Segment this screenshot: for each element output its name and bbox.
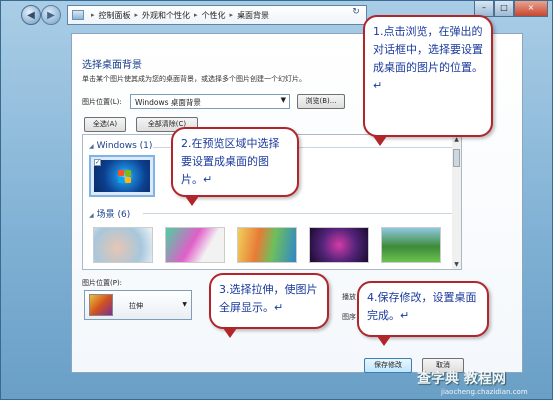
breadcrumb-desktop-background[interactable]: 桌面背景 [237,10,269,21]
callout-step-4-text: 4.保存修改，设置桌面完成。↵ [367,291,477,322]
control-panel-icon [72,10,84,20]
refresh-icon[interactable]: ↻ [349,7,363,21]
callout-step-3: 3.选择拉伸，使图片全屏显示。↵ [209,273,329,329]
callout-step-1-text: 1.点击浏览，在弹出的对话框中，选择要设置成桌面的图片的位置。↵ [373,25,483,92]
collapse-triangle-icon: ◢ [89,212,94,219]
divider [143,213,453,214]
watermark-url: jiaocheng.chazidian.com [441,388,528,396]
collapse-triangle-icon: ◢ [89,143,94,150]
wallpaper-thumbnail-scene-2[interactable] [165,227,225,263]
callout-tail [377,336,391,346]
chevron-right-icon: ▸ [229,11,234,19]
wallpaper-thumbnail-scene-4[interactable] [309,227,369,263]
position-preview-icon [89,294,113,316]
windows-wallpaper-image [94,160,150,192]
callout-step-4: 4.保存修改，设置桌面完成。↵ [357,281,489,337]
breadcrumb-personalization[interactable]: 个性化 [202,10,226,21]
chevron-right-icon: ▸ [91,11,95,19]
callout-step-3-text: 3.选择拉伸，使图片全屏显示。↵ [219,283,318,314]
wallpaper-thumbnail-windows[interactable]: ✓ [89,155,155,197]
preview-scrollbar[interactable]: ▲ ▼ [452,134,462,270]
address-bar[interactable]: ▸ 控制面板 ▸ 外观和个性化 ▸ 个性化 ▸ 桌面背景 [67,5,367,25]
page-description: 单击某个图片使其成为您的桌面背景，或选择多个图片创建一个幻灯片。 [82,75,306,83]
chevron-right-icon: ▸ [194,11,198,19]
select-all-button[interactable]: 全选(A) [84,117,126,132]
scroll-thumb[interactable] [453,149,460,167]
slideshow-option-fragment: 播放 [342,293,356,301]
chevron-down-icon: ▼ [280,96,286,104]
picture-location-value: Windows 桌面背景 [135,98,201,107]
shuffle-option-fragment: 图序 [342,313,356,321]
wallpaper-thumbnail-scene-5[interactable] [381,227,441,263]
window-controls: – □ × [474,1,548,17]
callout-tail [185,196,199,206]
browse-button[interactable]: 浏览(B)... [297,94,345,109]
back-button[interactable]: ◀ [21,5,41,25]
explorer-window: ◀ ▶ ▸ 控制面板 ▸ 外观和个性化 ▸ 个性化 ▸ 桌面背景 ↻ – □ ×… [0,0,553,400]
callout-step-2: 2.在预览区域中选择要设置成桌面的图片。↵ [171,127,299,197]
checkbox-icon[interactable]: ✓ [94,159,101,166]
forward-button[interactable]: ▶ [41,5,61,25]
breadcrumb-appearance[interactable]: 外观和个性化 [142,10,190,21]
callout-tail [373,136,387,146]
group-label: 场景 (6) [96,210,131,220]
callout-step-2-text: 2.在预览区域中选择要设置成桌面的图片。↵ [181,137,280,186]
maximize-button[interactable]: □ [494,1,514,17]
windows-logo-icon [118,170,132,184]
watermark-site: 查字典 教程网 [417,371,506,387]
save-changes-button[interactable]: 保存修改 [364,358,412,373]
group-header-windows[interactable]: ◢ Windows (1) [89,141,152,151]
picture-position-label: 图片位置(P): [82,279,123,287]
picture-position-value: 拉伸 [129,302,143,310]
chevron-right-icon: ▸ [134,11,139,19]
group-label: Windows (1) [96,141,153,151]
scroll-up-icon[interactable]: ▲ [453,136,460,143]
picture-location-label: 图片位置(L): [82,98,122,106]
wallpaper-thumbnail-scene-1[interactable] [93,227,153,263]
page-title: 选择桌面背景 [82,60,142,71]
breadcrumb-control-panel[interactable]: 控制面板 [99,10,131,21]
callout-tail [223,328,237,338]
scroll-down-icon[interactable]: ▼ [453,261,460,268]
chevron-down-icon: ▼ [182,301,187,308]
wallpaper-thumbnail-scene-3[interactable] [237,227,297,263]
close-button[interactable]: × [514,1,548,17]
callout-step-1: 1.点击浏览，在弹出的对话框中，选择要设置成桌面的图片的位置。↵ [363,15,493,137]
group-header-scenes[interactable]: ◢ 场景 (6) [89,207,130,220]
picture-location-select[interactable]: Windows 桌面背景 ▼ [130,94,290,109]
picture-position-select[interactable]: 拉伸 ▼ [84,290,192,320]
